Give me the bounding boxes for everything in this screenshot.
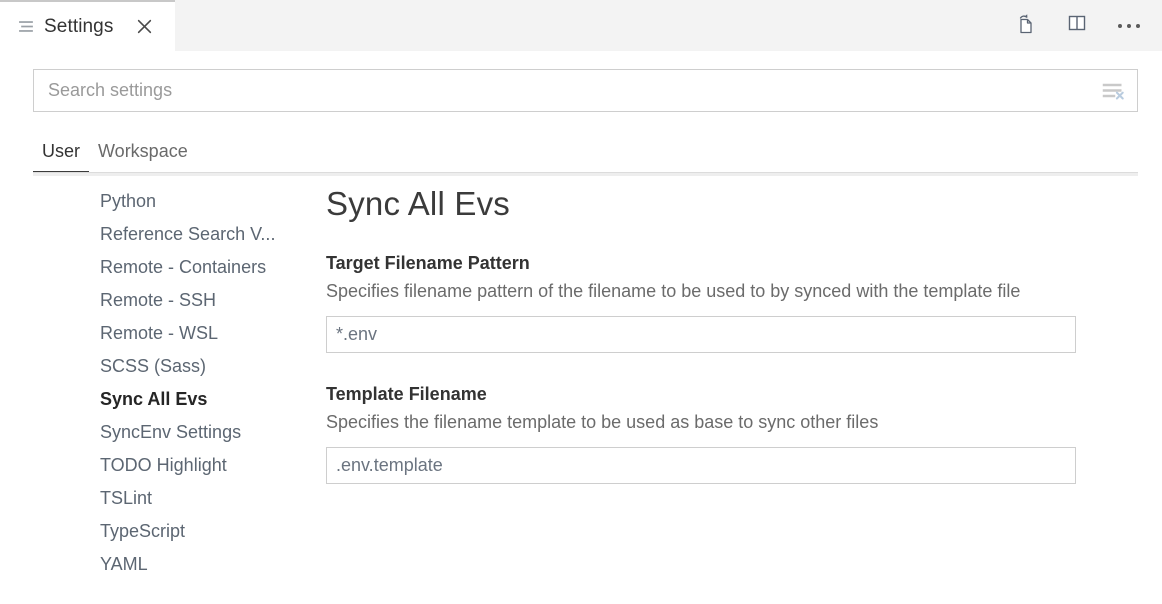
open-settings-json-button[interactable] [1008, 9, 1042, 43]
template-filename-input[interactable] [326, 447, 1076, 484]
split-editor-icon [1065, 11, 1089, 40]
ellipsis-icon [1118, 23, 1140, 28]
settings-lines-icon [18, 18, 35, 35]
settings-body-top-rule [33, 173, 1138, 176]
target-filename-pattern-input[interactable] [326, 316, 1076, 353]
toc-item-todo-highlight[interactable]: TODO Highlight [0, 449, 290, 482]
setting-description: Specifies the filename template to be us… [326, 412, 879, 432]
setting-target-filename-pattern: Target Filename Pattern Specifies filena… [326, 253, 1162, 353]
toc-item-remote-containers[interactable]: Remote - Containers [0, 251, 290, 284]
settings-search-box[interactable] [33, 69, 1138, 112]
tab-workspace[interactable]: Workspace [89, 141, 197, 173]
setting-label: Template Filename [326, 384, 487, 404]
toc-item-tslint[interactable]: TSLint [0, 482, 290, 515]
setting-template-filename: Template Filename Specifies the filename… [326, 384, 1162, 484]
more-actions-button[interactable] [1112, 9, 1146, 43]
toc-item-remote-wsl[interactable]: Remote - WSL [0, 317, 290, 350]
tab-label: Settings [44, 15, 114, 37]
tab-workspace-label: Workspace [98, 141, 188, 161]
tab-user[interactable]: User [33, 141, 90, 173]
toc-item-yaml[interactable]: YAML [0, 548, 290, 581]
editor-actions [1008, 0, 1162, 51]
editor-tab-bar: Settings [0, 0, 1162, 51]
toc-item-typescript[interactable]: TypeScript [0, 515, 290, 548]
toc-item-remote-ssh[interactable]: Remote - SSH [0, 284, 290, 317]
toc-item-syncenv-settings[interactable]: SyncEnv Settings [0, 416, 290, 449]
search-input[interactable] [34, 70, 1096, 111]
toc-item-scss-sass[interactable]: SCSS (Sass) [0, 350, 290, 383]
toc-item-sync-all-evs[interactable]: Sync All Evs [0, 383, 290, 416]
clear-settings-search-icon[interactable] [1096, 73, 1132, 109]
tab-settings[interactable]: Settings [0, 0, 175, 51]
split-editor-button[interactable] [1060, 9, 1094, 43]
settings-table-of-contents[interactable]: Python Reference Search V... Remote - Co… [0, 173, 290, 583]
tab-user-label: User [42, 141, 81, 161]
page-title: Sync All Evs [326, 185, 510, 222]
settings-body: Python Reference Search V... Remote - Co… [0, 173, 1162, 583]
settings-scope-tabs: User Workspace [0, 129, 1162, 173]
toc-item-python[interactable]: Python [0, 185, 290, 218]
setting-description: Specifies filename pattern of the filena… [326, 281, 1021, 301]
settings-search-area [0, 51, 1162, 112]
toc-item-reference-search-v[interactable]: Reference Search V... [0, 218, 290, 251]
settings-list: Sync All Evs Target Filename Pattern Spe… [290, 173, 1162, 583]
close-icon[interactable] [133, 16, 155, 38]
setting-label: Target Filename Pattern [326, 253, 530, 273]
open-json-file-icon [1013, 11, 1037, 40]
